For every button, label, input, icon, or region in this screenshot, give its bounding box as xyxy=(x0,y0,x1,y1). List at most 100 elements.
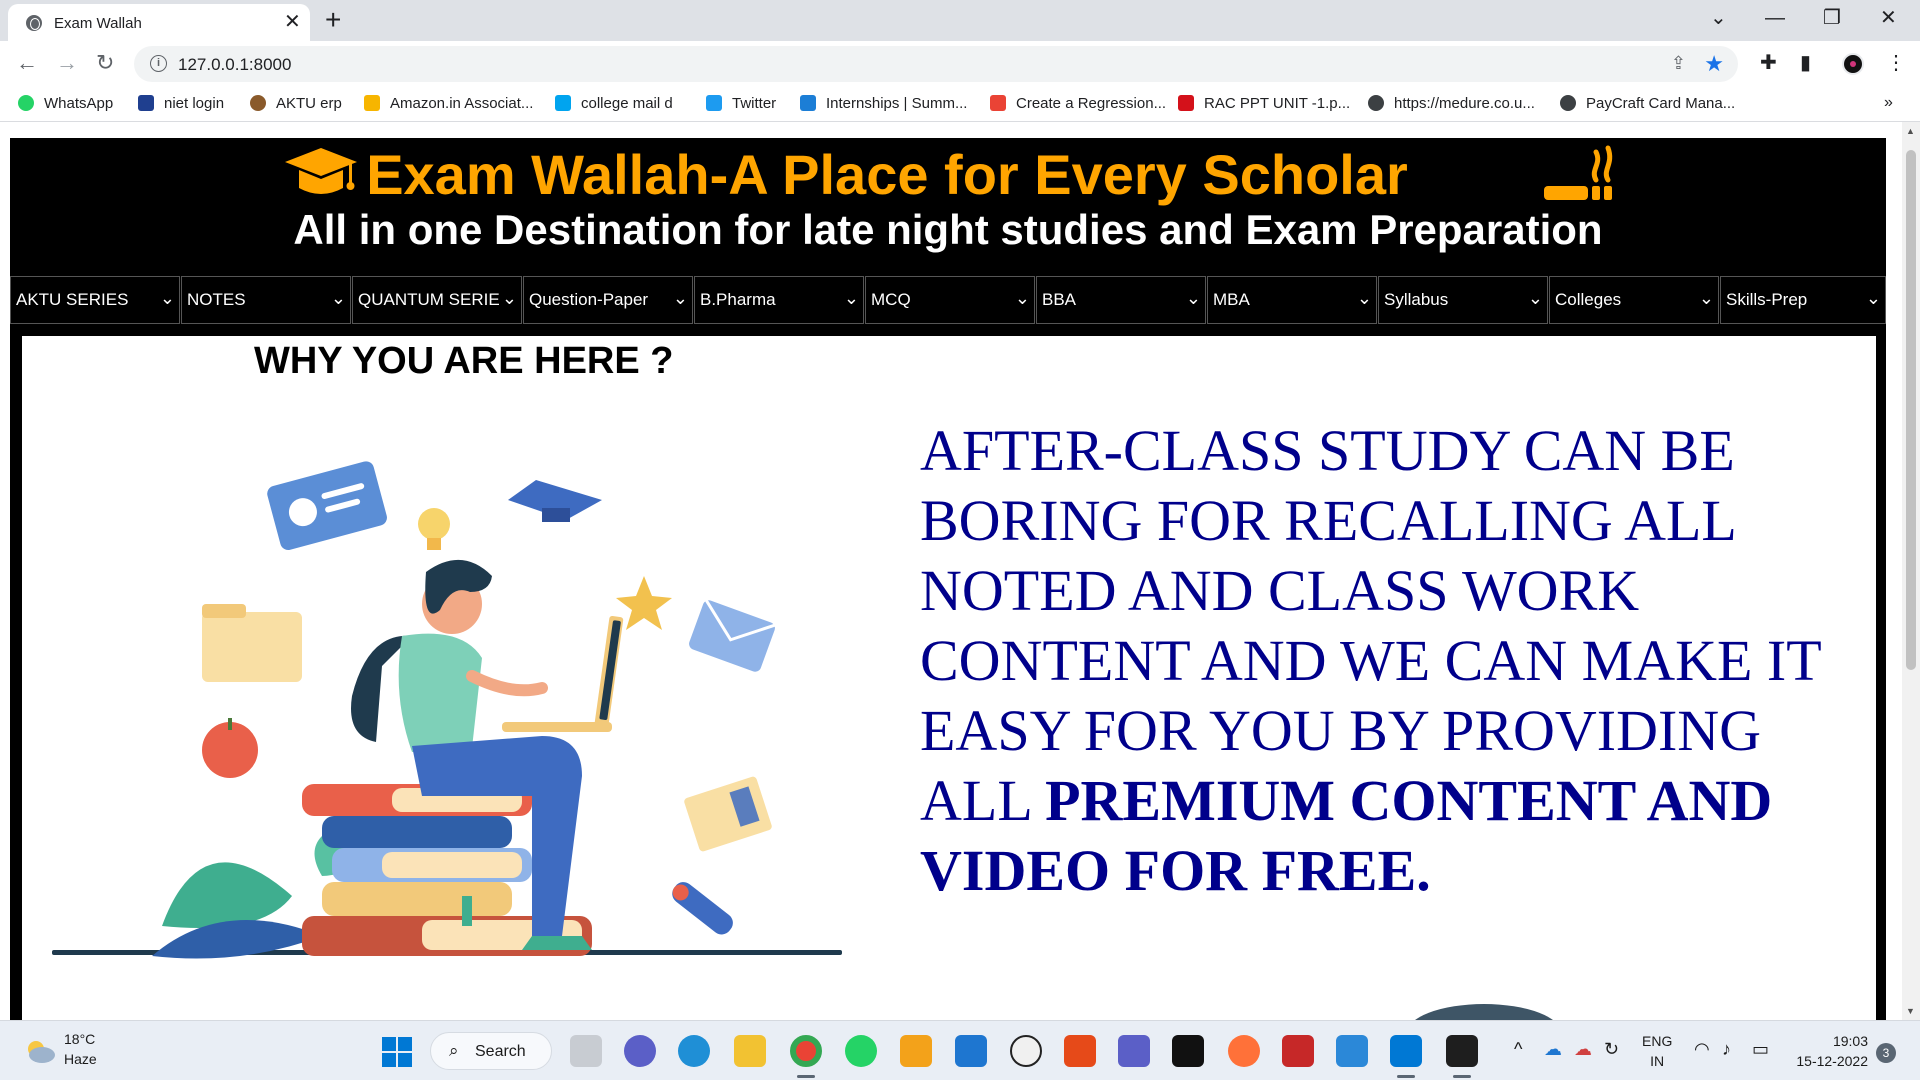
scroll-up-arrow-icon[interactable]: ▲ xyxy=(1906,126,1915,136)
twitter-icon xyxy=(706,95,722,111)
bookmark-rac-ppt[interactable]: RAC PPT UNIT -1.p... xyxy=(1178,95,1350,115)
sync-icon[interactable]: ↻ xyxy=(1604,1039,1619,1060)
reload-icon[interactable]: ↻ xyxy=(96,51,114,75)
bookmark-aktu-erp[interactable]: AKTU erp xyxy=(250,95,342,115)
onedrive-icon[interactable]: ☁ xyxy=(1544,1039,1562,1060)
search-icon: ⌕ xyxy=(449,1041,459,1060)
weather-temperature[interactable]: 18°C xyxy=(64,1031,95,1047)
side-panel-icon[interactable]: ▮ xyxy=(1800,51,1811,75)
chevron-down-icon: ⌄ xyxy=(1185,288,1201,308)
cloud-error-icon[interactable]: ☁ xyxy=(1574,1039,1592,1060)
nav-bba[interactable]: BBA ⌄ xyxy=(1036,276,1206,324)
region-code: IN xyxy=(1650,1053,1665,1069)
editor-app-icon[interactable] xyxy=(1336,1035,1368,1067)
nav-label: Skills-Prep xyxy=(1726,290,1808,309)
share-icon[interactable]: ⇪ xyxy=(1671,53,1686,74)
chevron-down-icon: ⌄ xyxy=(1356,288,1372,308)
task-view-icon[interactable] xyxy=(570,1035,602,1067)
bookmark-amazon[interactable]: Amazon.in Associat... xyxy=(364,95,533,115)
teams-icon[interactable] xyxy=(1118,1035,1150,1067)
taskbar-search[interactable]: ⌕ Search xyxy=(430,1032,552,1070)
studying-woman-illustration xyxy=(52,461,842,959)
niet-icon xyxy=(138,95,154,111)
scroll-down-arrow-icon[interactable]: ▼ xyxy=(1906,1006,1915,1016)
nav-label: MBA xyxy=(1213,290,1250,309)
nav-mcq[interactable]: MCQ ⌄ xyxy=(865,276,1035,324)
minimize-icon[interactable]: — xyxy=(1765,8,1785,28)
bookmarks-overflow-button[interactable]: » xyxy=(1884,94,1893,112)
volume-icon[interactable]: ♪ xyxy=(1722,1039,1731,1060)
bookmark-medure[interactable]: https://medure.co.u... xyxy=(1368,95,1535,115)
pitch-emphasis: PREMIUM CONTENT AND VIDEO FOR FREE. xyxy=(920,768,1773,903)
input-language[interactable]: ENG IN xyxy=(1642,1031,1672,1071)
microsoft-store-icon[interactable] xyxy=(900,1035,932,1067)
extensions-icon[interactable]: ✚ xyxy=(1760,51,1777,75)
internshala-icon xyxy=(800,95,816,111)
tab-strip: Exam Wallah ✕ + ⌄ — ❐ ✕ xyxy=(0,0,1920,41)
nav-question-paper[interactable]: Question-Paper ⌄ xyxy=(523,276,693,324)
bookmark-regression[interactable]: Create a Regression... xyxy=(990,95,1166,115)
chevron-down-icon: ⌄ xyxy=(1014,288,1030,308)
nav-label: BBA xyxy=(1042,290,1077,309)
url-text[interactable]: 127.0.0.1:8000 xyxy=(178,55,291,75)
site-tagline: All in one Destination for late night st… xyxy=(293,206,1603,253)
notification-badge[interactable]: 3 xyxy=(1876,1043,1896,1063)
wifi-icon[interactable]: ◠ xyxy=(1694,1039,1710,1060)
start-button[interactable] xyxy=(382,1037,412,1067)
nav-aktu-series[interactable]: AKTU SERIES ⌄ xyxy=(10,276,180,324)
file-explorer-icon[interactable] xyxy=(734,1035,766,1067)
windows-taskbar: 18°C Haze ⌕ Search ^ ☁ ☁ ↻ ENG IN ◠ ♪ ▭ … xyxy=(0,1020,1920,1080)
vscode-icon[interactable] xyxy=(1390,1035,1422,1067)
edge-icon[interactable] xyxy=(678,1035,710,1067)
show-hidden-icons-icon[interactable]: ^ xyxy=(1514,1039,1522,1060)
nav-colleges[interactable]: Colleges ⌄ xyxy=(1549,276,1719,324)
whatsapp-icon[interactable] xyxy=(845,1035,877,1067)
close-window-icon[interactable]: ✕ xyxy=(1880,8,1897,28)
bookmark-college-mail[interactable]: college mail d xyxy=(555,95,673,115)
nav-bpharma[interactable]: B.Pharma ⌄ xyxy=(694,276,864,324)
stopwatch-app-icon[interactable] xyxy=(1282,1035,1314,1067)
section-heading: WHY YOU ARE HERE ? xyxy=(254,340,674,382)
mail-icon[interactable] xyxy=(955,1035,987,1067)
nav-notes[interactable]: NOTES ⌄ xyxy=(181,276,351,324)
forward-icon[interactable]: → xyxy=(56,51,78,75)
browser-tab[interactable]: Exam Wallah ✕ xyxy=(8,4,310,41)
tab-search-icon[interactable]: ⌄ xyxy=(1710,8,1727,28)
tab-close-icon[interactable]: ✕ xyxy=(284,12,301,32)
bookmark-niet-login[interactable]: niet login xyxy=(138,95,224,115)
site-info-icon[interactable]: i xyxy=(150,55,167,72)
page-scrollbar[interactable]: ▲ ▼ xyxy=(1902,122,1920,1020)
teams-chat-icon[interactable] xyxy=(624,1035,656,1067)
address-bar[interactable]: i 127.0.0.1:8000 ⇪ ★ xyxy=(134,46,1738,82)
chevron-down-icon: ⌄ xyxy=(672,288,688,308)
bookmark-internships[interactable]: Internships | Summ... xyxy=(800,95,967,115)
bookmark-whatsapp[interactable]: WhatsApp xyxy=(18,95,113,115)
profile-avatar[interactable] xyxy=(1842,53,1864,75)
restore-icon[interactable]: ❐ xyxy=(1823,8,1841,28)
nav-skills-prep[interactable]: Skills-Prep ⌄ xyxy=(1720,276,1886,324)
nav-label: Syllabus xyxy=(1384,290,1449,309)
nav-syllabus[interactable]: Syllabus ⌄ xyxy=(1378,276,1548,324)
new-tab-button[interactable]: + xyxy=(325,6,341,34)
chevron-down-icon: ⌄ xyxy=(159,288,175,308)
bookmark-paycraft[interactable]: PayCraft Card Mana... xyxy=(1560,95,1735,115)
netflix-icon[interactable] xyxy=(1172,1035,1204,1067)
menu-icon[interactable]: ⋮ xyxy=(1886,51,1906,75)
pitch-paragraph: AFTER-CLASS STUDY CAN BE BORING FOR RECA… xyxy=(920,416,1850,906)
back-icon[interactable]: ← xyxy=(16,51,38,75)
weather-condition[interactable]: Haze xyxy=(64,1051,97,1067)
battery-icon[interactable]: ▭ xyxy=(1752,1039,1769,1060)
bookmark-twitter[interactable]: Twitter xyxy=(706,95,776,115)
scroll-thumb[interactable] xyxy=(1906,150,1916,670)
nav-quantum-series[interactable]: QUANTUM SERIES ⌄ xyxy=(352,276,522,324)
chrome-icon[interactable] xyxy=(790,1035,822,1067)
firefox-icon[interactable] xyxy=(1228,1035,1260,1067)
nav-mba[interactable]: MBA ⌄ xyxy=(1207,276,1377,324)
terminal-icon[interactable] xyxy=(1446,1035,1478,1067)
system-clock[interactable]: 19:03 15-12-2022 xyxy=(1792,1031,1868,1071)
haze-weather-icon[interactable] xyxy=(22,1037,56,1065)
bookmark-star-icon[interactable]: ★ xyxy=(1704,51,1724,77)
office-icon[interactable] xyxy=(1064,1035,1096,1067)
nav-label: AKTU SERIES xyxy=(16,290,129,309)
dell-icon[interactable] xyxy=(1010,1035,1042,1067)
